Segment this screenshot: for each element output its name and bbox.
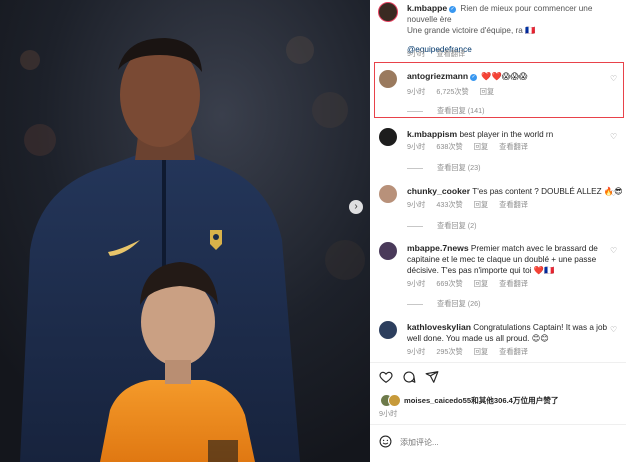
- add-comment-input[interactable]: [398, 433, 612, 451]
- comment-like-icon[interactable]: ♡: [610, 132, 617, 141]
- next-photo-button[interactable]: ›: [349, 200, 363, 214]
- comment-reply-button[interactable]: 回复: [474, 200, 488, 209]
- comment-likes[interactable]: 669次赞: [436, 279, 462, 288]
- comment-like-icon[interactable]: ♡: [610, 74, 617, 83]
- view-replies[interactable]: 查看回复 (23): [407, 163, 481, 173]
- comment: antogriezmann ✓ ❤️❤️😱😱😱: [407, 71, 527, 82]
- comment-username[interactable]: kathloveskylian: [407, 322, 471, 332]
- comment-translate-link[interactable]: 查看翻译: [499, 200, 528, 209]
- photo-illustration: [0, 0, 370, 462]
- post-meta: 9小时 查看翻译: [407, 49, 474, 59]
- commenter-avatar[interactable]: [379, 321, 397, 339]
- comment-time: 9小时: [407, 279, 426, 288]
- comment-likes[interactable]: 638次赞: [436, 142, 462, 151]
- comment-likes[interactable]: 6,725次赞: [436, 87, 468, 96]
- view-replies[interactable]: 查看回复 (26): [407, 299, 481, 309]
- post-time: 9小时: [407, 49, 426, 58]
- comment-meta: 9小时 669次赞 回复 查看翻译: [407, 279, 537, 289]
- comment: chunky_cooker T'es pas content ? DOUBLÉ …: [407, 186, 623, 197]
- comment-username[interactable]: k.mbappism: [407, 129, 457, 139]
- divider: [370, 362, 626, 363]
- comment-like-icon[interactable]: ♡: [610, 189, 617, 198]
- post-author-name[interactable]: k.mbappe: [407, 3, 447, 13]
- comment-username[interactable]: chunky_cooker: [407, 186, 470, 196]
- comment-username[interactable]: mbappe.7news: [407, 243, 469, 253]
- comment-reply-button[interactable]: 回复: [480, 87, 494, 96]
- comment-like-icon[interactable]: ♡: [610, 325, 617, 334]
- comment-reply-button[interactable]: 回复: [474, 142, 488, 151]
- comment-meta: 9小时 433次赞 回复 查看翻译: [407, 200, 537, 210]
- post-photo: ›: [0, 0, 370, 462]
- comment-likes[interactable]: 433次赞: [436, 200, 462, 209]
- divider: [370, 424, 626, 425]
- comment-meta: 9小时 638次赞 回复 查看翻译: [407, 142, 537, 152]
- comment: kathloveskylian Congratulations Captain!…: [407, 322, 617, 344]
- paper-plane-icon[interactable]: [425, 370, 439, 384]
- comment-time: 9小时: [407, 200, 426, 209]
- post-translate-link[interactable]: 查看翻译: [436, 49, 465, 58]
- comment: k.mbappism best player in the world rn: [407, 129, 553, 140]
- comment-reply-button[interactable]: 回复: [474, 347, 488, 356]
- commenter-avatar[interactable]: [379, 128, 397, 146]
- comment-text: best player in the world rn: [459, 130, 554, 139]
- comment-translate-link[interactable]: 查看翻译: [499, 347, 528, 356]
- comment-likes[interactable]: 295次赞: [436, 347, 462, 356]
- comment-time: 9小时: [407, 87, 426, 96]
- liker-avatar[interactable]: [388, 394, 401, 407]
- post-age: 9小时: [379, 409, 398, 418]
- emoji-icon[interactable]: [379, 435, 392, 448]
- comment-meta: 9小时 295次赞 回复 查看翻译: [407, 347, 537, 357]
- comment: mbappe.7news Premier match avec le brass…: [407, 243, 623, 276]
- comment-translate-link[interactable]: 查看翻译: [499, 142, 528, 151]
- comment-meta: 9小时 6,725次赞 回复: [407, 87, 503, 97]
- comment-username[interactable]: antogriezmann: [407, 71, 468, 81]
- comment-translate-link[interactable]: 查看翻译: [499, 279, 528, 288]
- comment-time: 9小时: [407, 347, 426, 356]
- likes-count-text[interactable]: 和其他306.4万位用户赞了: [471, 396, 558, 405]
- liker-username[interactable]: moises_caicedo55: [404, 396, 471, 405]
- view-replies[interactable]: 查看回复 (2): [407, 221, 477, 231]
- verified-icon: ✓: [470, 74, 478, 81]
- commenter-avatar[interactable]: [379, 185, 397, 203]
- heart-outline-icon[interactable]: [379, 370, 393, 384]
- caption-text-2: Une grande victoire d'équipe, ra: [407, 26, 523, 35]
- view-replies[interactable]: 查看回复 (141): [407, 106, 485, 116]
- commenter-avatar[interactable]: [379, 70, 397, 88]
- author-avatar[interactable]: [378, 2, 398, 22]
- post-caption: k.mbappe ✓ Rien de mieux pour commencer u…: [407, 3, 622, 55]
- verified-icon: ✓: [449, 6, 457, 13]
- comment-text: T'es pas content ? DOUBLÉ ALLEZ 🔥😎: [472, 187, 623, 196]
- comment-like-icon[interactable]: ♡: [610, 246, 617, 255]
- comment-time: 9小时: [407, 142, 426, 151]
- france-flag-icon: 🇫🇷: [525, 26, 536, 35]
- comment-text: ❤️❤️😱😱😱: [481, 72, 528, 81]
- likes-summary: moises_caicedo55和其他306.4万位用户赞了: [404, 395, 558, 406]
- comment-reply-button[interactable]: 回复: [474, 279, 488, 288]
- comment-icon[interactable]: [402, 370, 416, 384]
- commenter-avatar[interactable]: [379, 242, 397, 260]
